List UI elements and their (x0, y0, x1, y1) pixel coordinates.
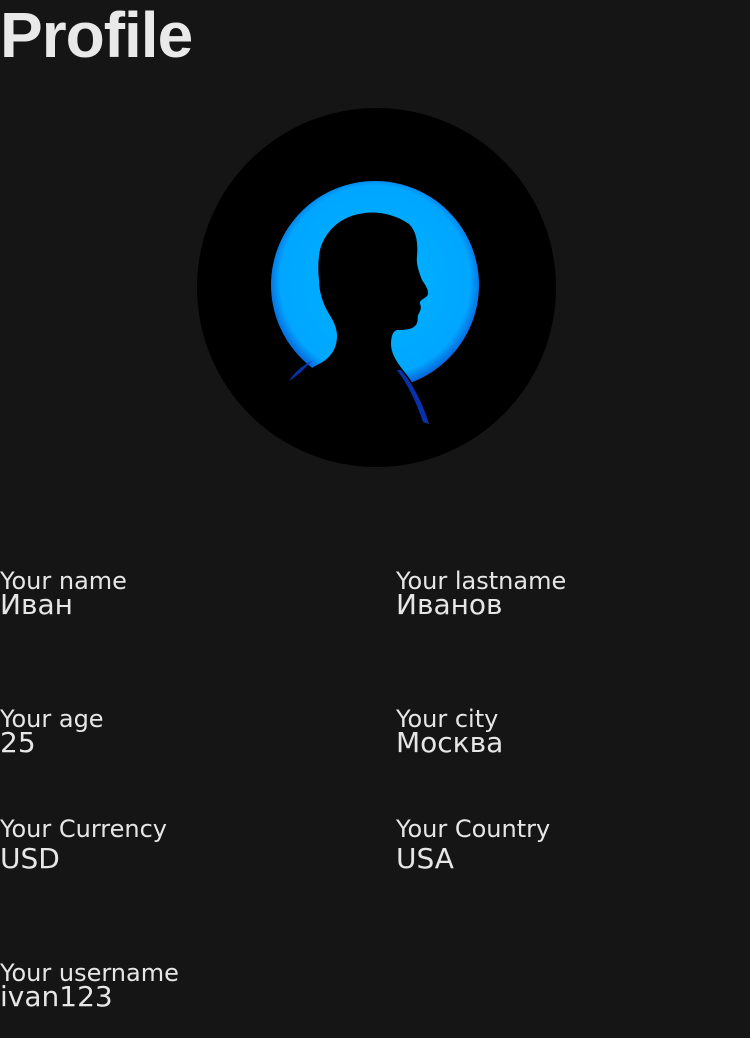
age-label: Your age (0, 705, 104, 733)
field-username: Your username ivan123 (0, 961, 340, 1013)
page-title: Profile (0, 0, 193, 71)
avatar[interactable] (197, 108, 556, 467)
person-silhouette-icon (257, 181, 479, 467)
name-value: Иван (0, 588, 73, 621)
city-value: Москва (396, 726, 504, 759)
currency-label: Your Currency (0, 815, 167, 843)
field-currency: Your Currency USD (0, 815, 340, 875)
field-age: Your age 25 (0, 705, 340, 759)
field-city: Your city Москва (396, 707, 736, 759)
country-label: Your Country (396, 815, 551, 843)
username-value: ivan123 (0, 980, 113, 1013)
field-country: Your Country USA (396, 815, 736, 875)
country-value: USA (396, 842, 454, 875)
field-name: Your name Иван (0, 569, 340, 621)
currency-value: USD (0, 842, 60, 875)
age-value: 25 (0, 726, 36, 759)
lastname-value: Иванов (396, 588, 503, 621)
field-lastname: Your lastname Иванов (396, 569, 736, 621)
